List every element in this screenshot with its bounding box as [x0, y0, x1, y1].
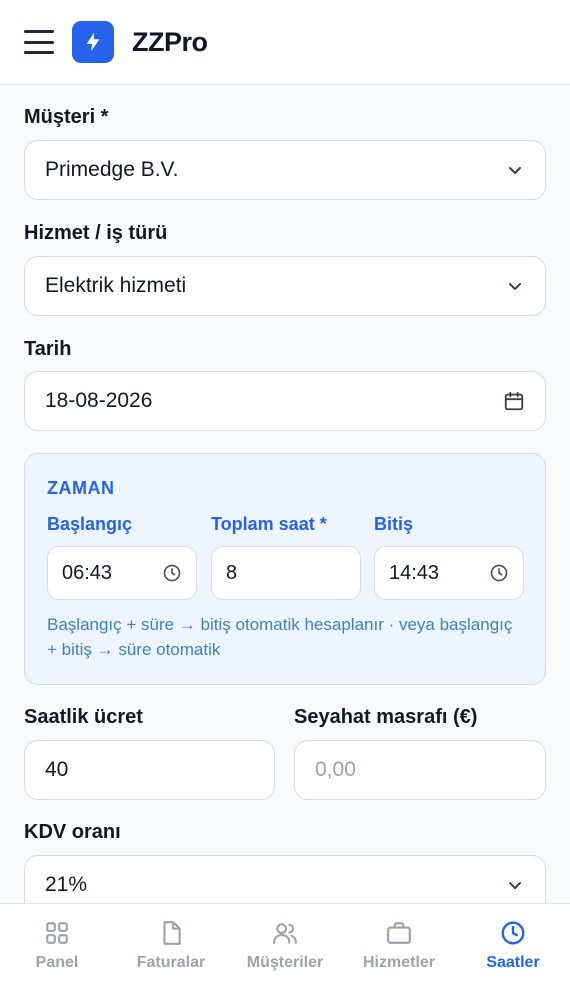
service-label: Hizmet / iş türü [24, 222, 168, 244]
service-select[interactable]: Elektrik hizmeti [24, 256, 546, 316]
chevron-down-icon [509, 882, 521, 889]
nav-label: Panel [35, 954, 79, 971]
vat-value: 21% [45, 873, 88, 896]
briefcase-icon [387, 922, 411, 944]
total-hours-label: Toplam saat * [211, 514, 327, 534]
nav-item-invoices[interactable]: Faturalar [114, 904, 228, 990]
nav-label: Müşteriler [246, 954, 324, 971]
app-header: ZZPro [0, 0, 570, 85]
customer-value: Primedge B.V. [45, 158, 179, 181]
travel-cost-input[interactable]: 0,00 [294, 740, 546, 800]
app-title: ZZPro [132, 26, 208, 57]
date-label: Tarih [24, 338, 72, 360]
start-label: Başlangıç [47, 514, 133, 534]
nav-item-customers[interactable]: Müşteriler [228, 904, 342, 990]
document-icon [163, 921, 181, 945]
nav-item-services[interactable]: Hizmetler [342, 904, 456, 990]
end-time-value: 14:43 [389, 561, 440, 584]
bottom-nav: Panel Faturalar Müşteriler Hizmetler Saa… [0, 903, 570, 990]
chevron-down-icon [509, 283, 521, 290]
nav-label: Faturalar [136, 954, 206, 971]
start-time-input[interactable]: 06:43 [47, 546, 197, 600]
calendar-icon[interactable] [503, 390, 525, 412]
chevron-down-icon [509, 167, 521, 174]
end-label: Bitiş [374, 514, 414, 534]
date-value: 18-08-2026 [45, 389, 153, 412]
clock-icon[interactable] [162, 563, 182, 583]
customer-label: Müşteri * [24, 106, 109, 128]
menu-icon[interactable] [24, 30, 54, 54]
customer-select[interactable]: Primedge B.V. [24, 140, 546, 200]
hourly-rate-label: Saatlik ücret [24, 706, 143, 728]
clock-icon [501, 921, 525, 945]
time-panel: ZAMAN Başlangıç Toplam saat * Bitiş 06:4… [24, 453, 546, 685]
users-icon [273, 923, 297, 944]
hourly-rate-value: 40 [45, 758, 69, 781]
logo-icon [72, 21, 114, 63]
total-hours-input[interactable]: 8 [211, 546, 361, 600]
date-input[interactable]: 18-08-2026 [24, 371, 546, 431]
start-time-value: 06:43 [62, 561, 113, 584]
nav-label: Saatler [486, 954, 540, 971]
nav-item-panel[interactable]: Panel [0, 904, 114, 990]
nav-label: Hizmetler [362, 954, 436, 971]
nav-item-hours[interactable]: Saatler [456, 904, 570, 990]
vat-label: KDV oranı [24, 821, 121, 843]
travel-cost-placeholder: 0,00 [315, 758, 356, 781]
service-value: Elektrik hizmeti [45, 274, 187, 297]
travel-cost-label: Seyahat masrafı (€) [294, 706, 478, 728]
end-time-input[interactable]: 14:43 [374, 546, 524, 600]
clock-icon[interactable] [489, 563, 509, 583]
grid-icon [46, 922, 68, 944]
time-panel-title: ZAMAN [47, 478, 115, 498]
time-hint: Başlangıç + süre → bitiş otomatik hesapl… [47, 615, 513, 659]
hourly-rate-input[interactable]: 40 [24, 740, 275, 800]
total-hours-value: 8 [226, 561, 238, 584]
